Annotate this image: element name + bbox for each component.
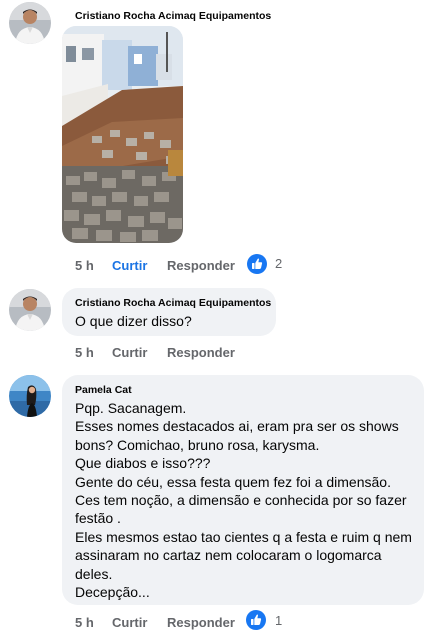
comment-time: 5 h [75,258,94,273]
reaction-count[interactable]: 1 [275,613,282,628]
reply-button[interactable]: Responder [167,615,235,630]
comment-bubble: Pamela Cat Pqp. Sacanagem. Esses nomes d… [62,375,424,605]
reply-button[interactable]: Responder [167,258,235,273]
author-avatar[interactable] [9,289,51,331]
comment-line: deles. [75,565,113,582]
comment-line: bons? Comichao, bruno rosa, karysma. [75,436,320,453]
comment-text: O que dizer disso? [75,312,192,330]
comment-line: festão . [75,510,121,527]
comment-line: Ces tem noção, a dimensão e conhecida po… [75,492,407,509]
comment-author[interactable]: Pamela Cat [75,384,132,396]
comment-author[interactable]: Cristiano Rocha Acimaq Equipamentos [75,10,271,22]
comment-bubble: Cristiano Rocha Acimaq Equipamentos O qu… [62,288,276,336]
comment-line: Eles mesmos estao tao cientes q a festa … [75,528,412,545]
author-avatar[interactable] [9,2,51,44]
comment-line: Decepção... [75,584,150,601]
reply-button[interactable]: Responder [167,345,235,360]
comment-line: Que diabos e isso??? [75,455,211,472]
comment-line: Esses nomes destacados ai, eram pra ser … [75,418,399,435]
author-avatar[interactable] [9,375,51,417]
comment-line: Gente do céu, essa festa quem fez foi a … [75,473,391,490]
like-thumb-icon[interactable] [247,254,267,274]
like-button[interactable]: Curtir [112,258,147,273]
like-button[interactable]: Curtir [112,615,147,630]
comment-author[interactable]: Cristiano Rocha Acimaq Equipamentos [75,297,271,309]
comment-text: Pqp. Sacanagem. Esses nomes destacados a… [75,399,412,601]
comment-photo[interactable] [62,26,183,243]
like-button[interactable]: Curtir [112,345,147,360]
like-thumb-icon[interactable] [246,610,266,630]
comment-line: assinaram no cartaz nem colocaram o logo… [75,547,382,564]
comment-line: Pqp. Sacanagem. [75,400,187,416]
reaction-count[interactable]: 2 [275,256,282,271]
comment-line: O que dizer disso? [75,313,192,329]
comment-time: 5 h [75,615,94,630]
comment-time: 5 h [75,345,94,360]
